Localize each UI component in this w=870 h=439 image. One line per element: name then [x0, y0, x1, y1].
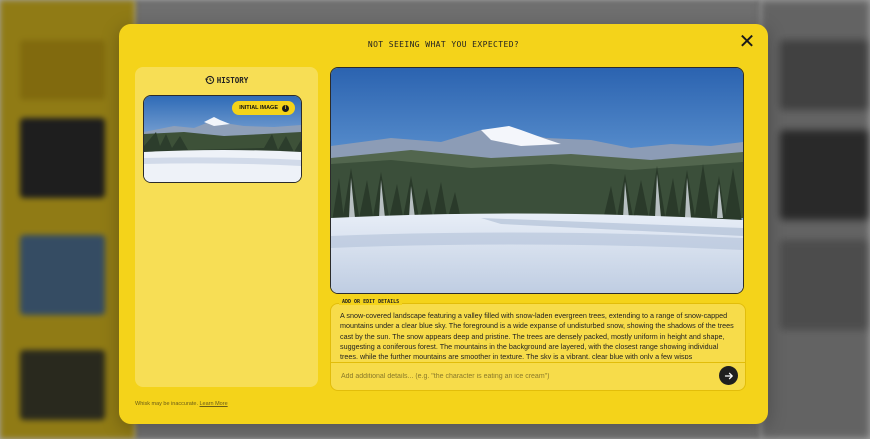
details-panel: ADD OR EDIT DETAILS A snow-covered lands…: [330, 299, 746, 391]
send-button[interactable]: [719, 366, 738, 385]
history-heading-label: HISTORY: [216, 76, 249, 85]
details-divider: [331, 362, 745, 363]
initial-image-badge-label: INITIAL IMAGE: [239, 105, 278, 111]
details-label: ADD OR EDIT DETAILS: [339, 299, 403, 305]
details-textarea[interactable]: A snow-covered landscape featuring a val…: [340, 311, 737, 359]
footer-disclaimer: Whisk may be inaccurate. Learn More: [135, 401, 228, 407]
history-item-initial-image[interactable]: INITIAL IMAGE i: [143, 95, 302, 183]
history-panel: HISTORY INITIAL IMAGE i: [135, 67, 318, 387]
info-icon[interactable]: i: [282, 104, 289, 112]
history-icon: [204, 75, 214, 85]
generated-image-graphic: [331, 68, 743, 293]
initial-image-badge[interactable]: INITIAL IMAGE i: [232, 101, 295, 115]
modal-dialog: NOT SEEING WHAT YOU EXPECTED? ✕ HISTORY: [119, 24, 768, 424]
history-heading: HISTORY: [135, 75, 318, 85]
learn-more-link[interactable]: Learn More: [200, 401, 228, 407]
generated-image: [330, 67, 744, 294]
modal-title: NOT SEEING WHAT YOU EXPECTED?: [367, 40, 520, 49]
additional-details-input[interactable]: [339, 366, 713, 386]
disclaimer-text: Whisk may be inaccurate.: [135, 401, 198, 407]
close-icon[interactable]: ✕: [737, 31, 757, 51]
arrow-right-icon: [724, 372, 733, 379]
